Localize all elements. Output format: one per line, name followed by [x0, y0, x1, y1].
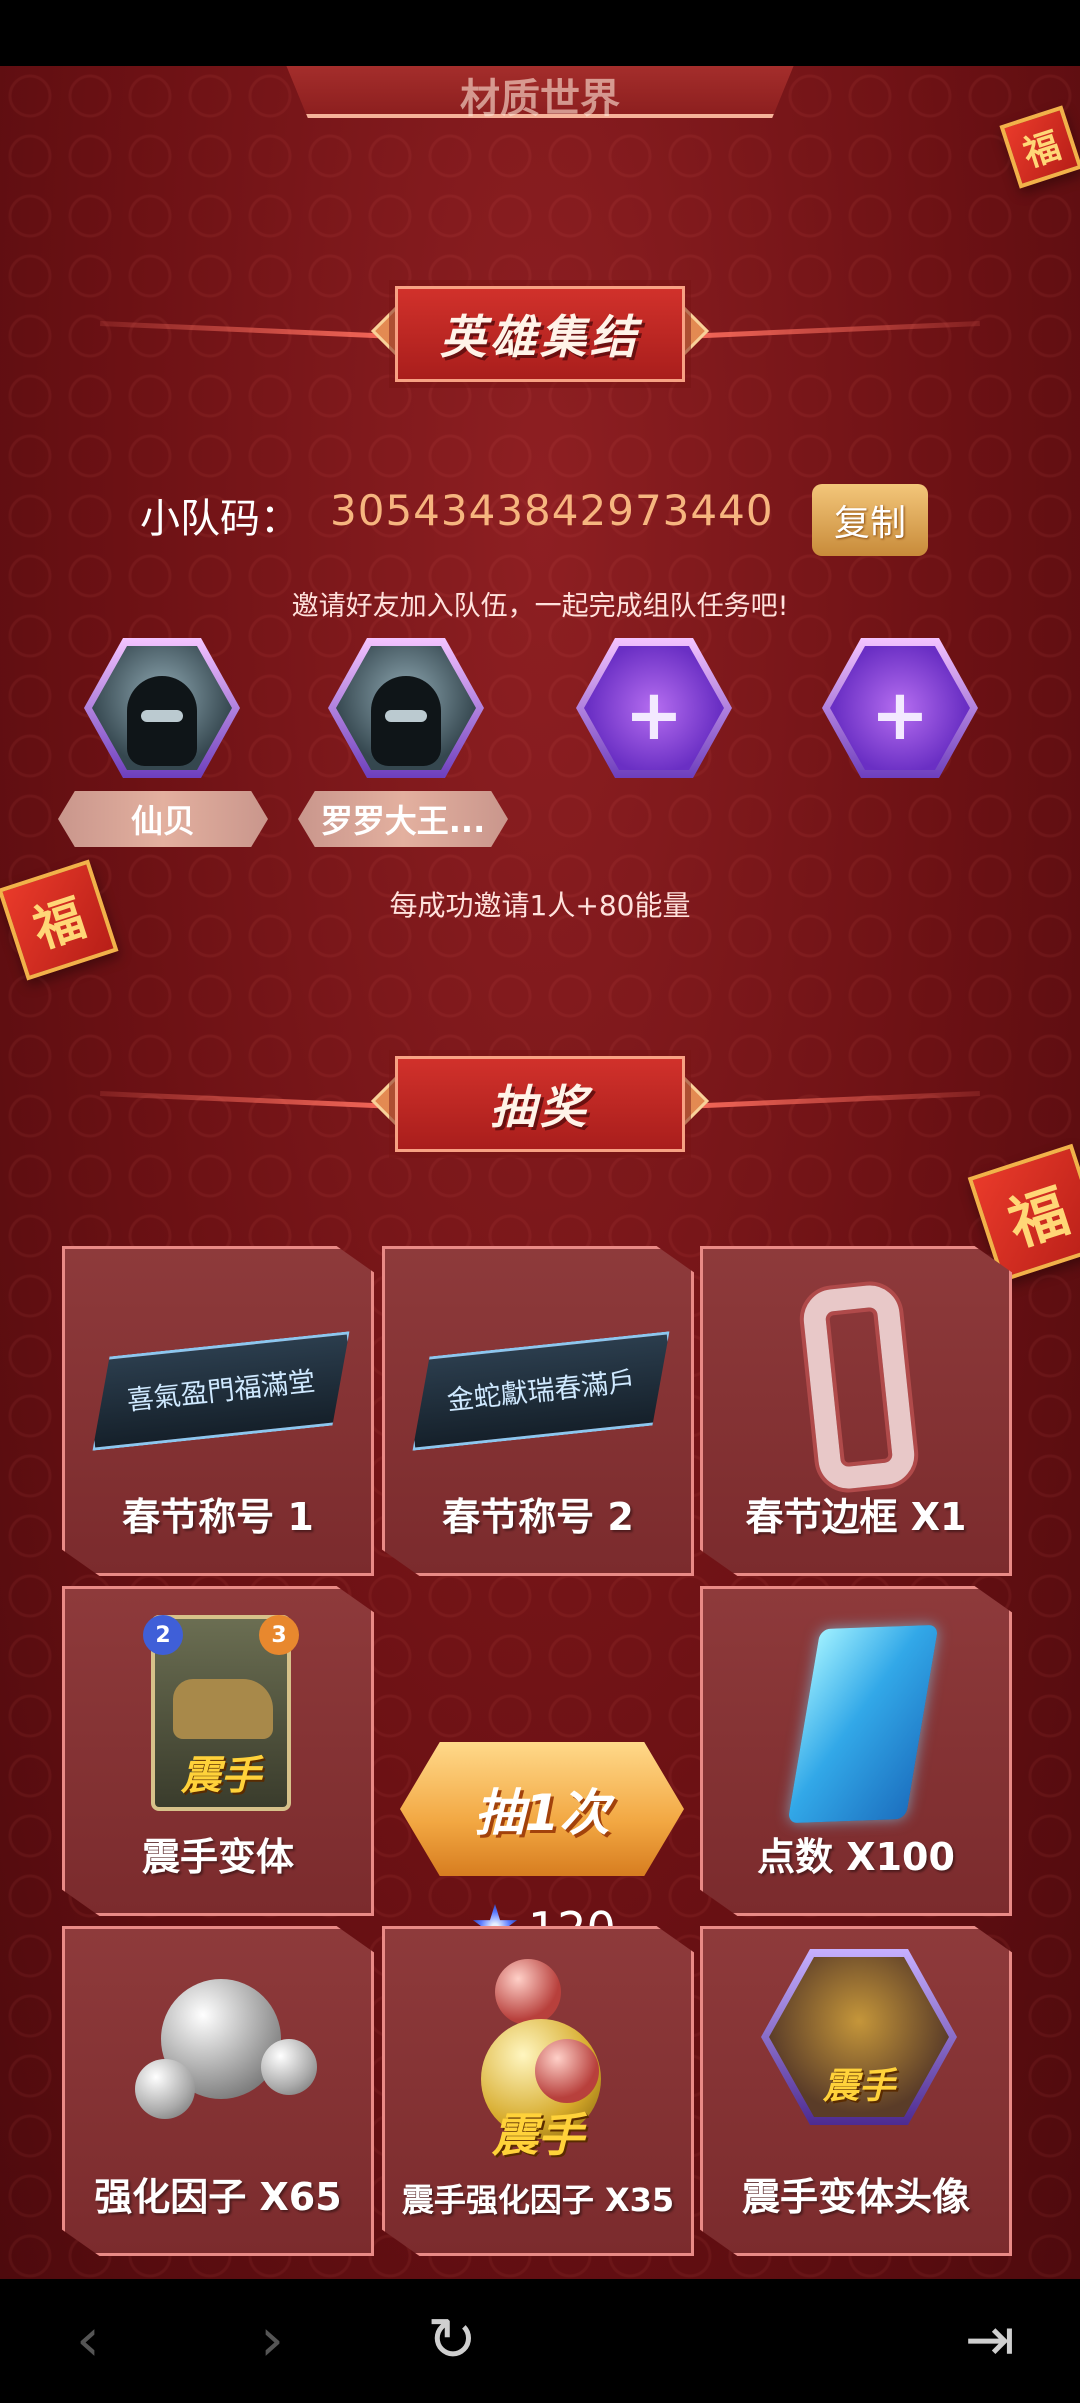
heroes-section-header: 英雄集结	[60, 276, 1020, 386]
prize-label: 春节边框 X1	[745, 1495, 967, 1539]
event-page: 材质世界 福 福 福 英雄集结 小队码： 3054343842973440 复制…	[0, 66, 1080, 2279]
member-avatar	[92, 646, 232, 770]
prize-cell: 喜氣盈門福滿堂 春节称号 1	[62, 1246, 374, 1576]
back-icon[interactable]: ‹	[48, 2305, 128, 2375]
prize-cell: 春节边框 X1	[700, 1246, 1012, 1576]
refresh-icon[interactable]: ↻	[412, 2305, 492, 2375]
prize-cell: 震手 震手强化因子 X35	[382, 1926, 694, 2256]
member-avatar	[336, 646, 476, 770]
prize-cell: 强化因子 X65	[62, 1926, 374, 2256]
lottery-section-header: 抽奖	[60, 1046, 1020, 1156]
team-slot-4[interactable]: +	[822, 638, 978, 778]
avatar-icon	[127, 676, 197, 766]
copy-button[interactable]: 复制	[812, 484, 928, 556]
booster-art-text: 震手	[492, 2108, 584, 2162]
lottery-section-title-plate: 抽奖	[395, 1056, 685, 1152]
browser-nav-bar: ‹ › ↻ ⇥	[0, 2279, 1080, 2403]
team-slot-2[interactable]	[328, 638, 484, 778]
fu-charm-icon: 福	[999, 105, 1080, 189]
member-name-tag: 仙贝	[58, 791, 268, 847]
prize-cell: 2 3 震手 震手变体	[62, 1586, 374, 1916]
prize-label: 强化因子 X65	[94, 2175, 342, 2219]
prize-label: 震手强化因子 X35	[401, 2181, 675, 2219]
credits-crystal-icon	[787, 1624, 939, 1824]
energy-tip: 每成功邀请1人+80能量	[389, 889, 691, 922]
plus-icon: +	[624, 674, 684, 756]
prize-label: 春节称号 1	[122, 1495, 314, 1539]
frame-icon	[800, 1282, 918, 1492]
exit-icon[interactable]: ⇥	[950, 2305, 1030, 2375]
prize-label: 震手变体	[141, 1835, 294, 1879]
prize-label: 点数 X100	[757, 1835, 955, 1879]
top-banner: 材质世界	[270, 66, 810, 118]
team-slot-1[interactable]	[84, 638, 240, 778]
draw-once-label: 抽1次	[474, 1784, 610, 1842]
avatar-art-text: 震手	[822, 2066, 895, 2107]
heroes-section-title: 英雄集结	[440, 310, 640, 364]
plus-icon: +	[870, 674, 930, 756]
top-banner-title: 材质世界	[460, 76, 620, 122]
variant-avatar-icon: 震手	[761, 1949, 957, 2125]
prize-cell: 金蛇獻瑞春滿戶 春节称号 2	[382, 1246, 694, 1576]
empty-slot: +	[830, 646, 970, 770]
invite-tip: 邀请好友加入队伍，一起完成组队任务吧!	[291, 591, 789, 622]
avatar-art: 震手	[769, 1957, 949, 2117]
car-icon	[173, 1679, 273, 1739]
prize-label: 春节称号 2	[442, 1495, 634, 1539]
team-slot-3[interactable]: +	[576, 638, 732, 778]
power-gem-icon: 3	[259, 1615, 299, 1655]
title-badge-icon: 金蛇獻瑞春滿戶	[403, 1331, 679, 1451]
heroes-section-title-plate: 英雄集结	[395, 286, 685, 382]
lottery-section-title: 抽奖	[490, 1080, 590, 1134]
member-name-tag: 罗罗大王...	[298, 791, 508, 847]
cost-gem-icon: 2	[143, 1615, 183, 1655]
prize-label: 震手变体头像	[741, 2175, 970, 2219]
status-bar	[0, 0, 1080, 66]
draw-once-button[interactable]: 抽1次	[400, 1742, 684, 1876]
prize-cell: 震手 震手变体头像	[700, 1926, 1012, 2256]
title-badge-icon: 喜氣盈門福滿堂	[83, 1331, 359, 1451]
avatar-icon	[371, 676, 441, 766]
card-name: 震手	[181, 1753, 261, 1799]
team-code-value: 3054343842973440	[330, 486, 774, 535]
empty-slot: +	[584, 646, 724, 770]
prize-cell: 点数 X100	[700, 1586, 1012, 1916]
variant-card-icon: 2 3 震手	[143, 1615, 299, 1811]
forward-icon[interactable]: ›	[232, 2305, 312, 2375]
team-code-label: 小队码：	[140, 496, 300, 542]
